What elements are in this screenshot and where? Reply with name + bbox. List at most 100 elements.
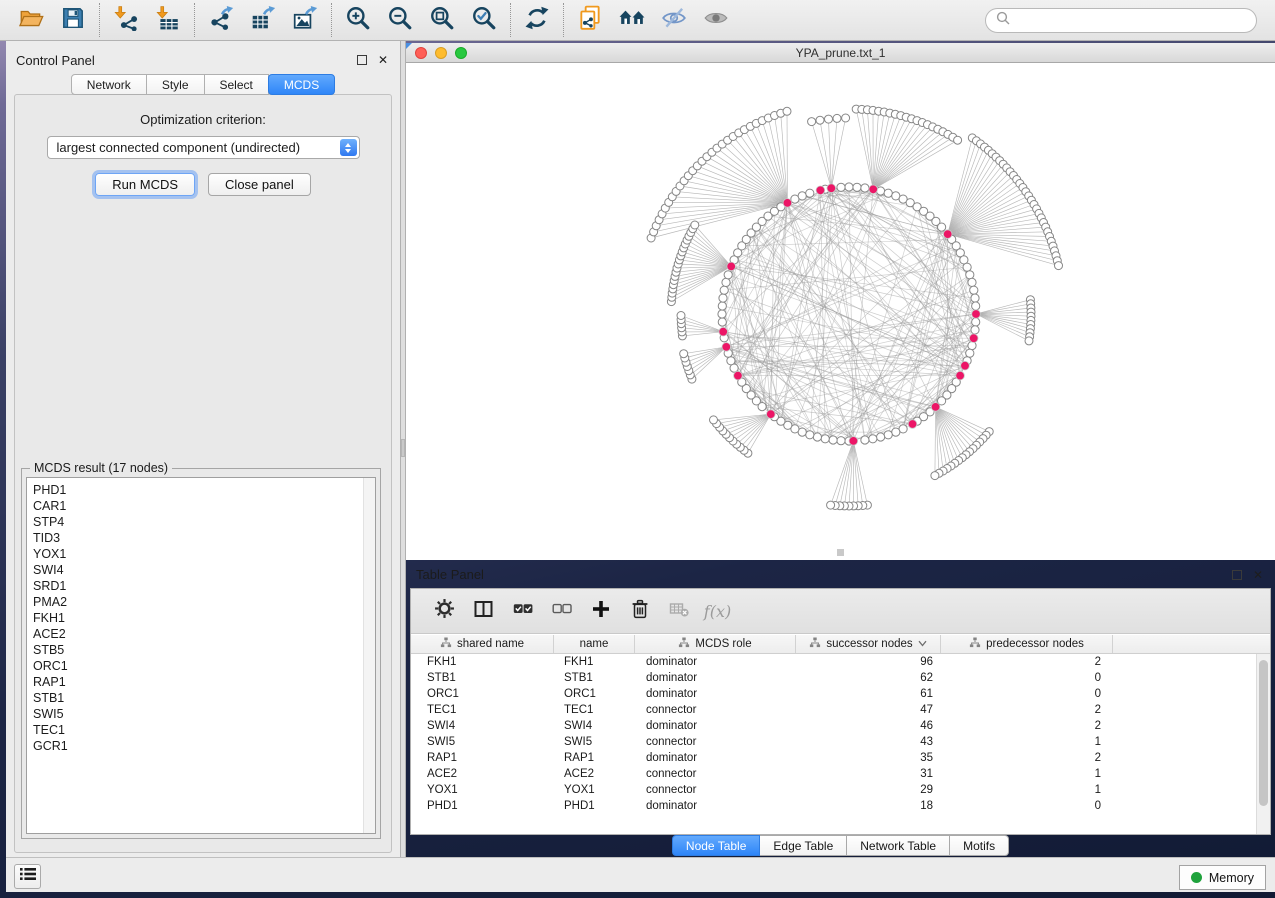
mcds-result-item[interactable]: SWI4	[33, 562, 359, 578]
table-scrollbar[interactable]	[1256, 654, 1270, 834]
tab-edge-table[interactable]: Edge Table	[760, 835, 847, 856]
close-table-panel-icon[interactable]: ✕	[1253, 570, 1263, 580]
column-header-successor-nodes[interactable]: successor nodes	[796, 635, 941, 653]
mcds-result-scrollbar[interactable]	[363, 478, 375, 833]
table-panel-body: f(x) shared namenameMCDS rolesuccessor n…	[410, 588, 1271, 835]
close-panel-button[interactable]: Close panel	[208, 173, 311, 196]
close-window-icon[interactable]	[415, 47, 427, 59]
tree-icon	[440, 637, 452, 651]
search-box[interactable]	[985, 8, 1257, 33]
mcds-result-item[interactable]: TEC1	[33, 722, 359, 738]
mcds-result-item[interactable]: CAR1	[33, 498, 359, 514]
mcds-result-item[interactable]: STP4	[33, 514, 359, 530]
import-table-button[interactable]	[147, 3, 189, 37]
add-button[interactable]	[581, 593, 620, 629]
table-row[interactable]: ORC1ORC1dominator610	[411, 686, 1256, 702]
tab-motifs[interactable]: Motifs	[950, 835, 1009, 856]
focus-corner-mark	[406, 43, 412, 49]
columns-button[interactable]	[464, 593, 503, 629]
mcds-result-item[interactable]: STB5	[33, 642, 359, 658]
tab-network[interactable]: Network	[71, 74, 147, 95]
import-network-button[interactable]	[105, 3, 147, 37]
search-icon	[996, 11, 1010, 30]
search-input[interactable]	[1017, 12, 1246, 28]
cell-name: YOX1	[554, 782, 635, 798]
memory-button[interactable]: Memory	[1179, 865, 1266, 890]
tab-select[interactable]: Select	[205, 74, 269, 95]
tab-node-table[interactable]: Node Table	[672, 835, 761, 856]
table-row[interactable]: PHD1PHD1dominator180	[411, 798, 1256, 814]
splitter-grip[interactable]	[401, 439, 405, 457]
open-session-button[interactable]	[10, 3, 52, 37]
first-neighbors-button[interactable]	[611, 3, 653, 37]
mcds-result-item[interactable]: PHD1	[33, 482, 359, 498]
close-panel-icon[interactable]: ✕	[378, 55, 388, 65]
deselect-all-button[interactable]	[542, 593, 581, 629]
optimization-criterion-select[interactable]: largest connected component (undirected)	[47, 136, 360, 159]
table-header-row: shared namenameMCDS rolesuccessor nodesp…	[411, 635, 1270, 654]
table-row[interactable]: SWI4SWI4dominator462	[411, 718, 1256, 734]
cell-successor-nodes: 62	[796, 670, 941, 686]
cell-MCDS-role: connector	[635, 734, 796, 750]
select-all-button[interactable]	[503, 593, 542, 629]
column-header-MCDS-role[interactable]: MCDS role	[635, 635, 796, 653]
float-panel-icon[interactable]	[357, 55, 367, 65]
zoom-fit-button[interactable]	[421, 3, 463, 37]
save-session-button[interactable]	[52, 3, 94, 37]
zoom-in-button[interactable]	[337, 3, 379, 37]
mcds-result-item[interactable]: YOX1	[33, 546, 359, 562]
network-canvas[interactable]	[406, 63, 1275, 560]
mcds-result-list[interactable]: PHD1CAR1STP4TID3YOX1SWI4SRD1PMA2FKH1ACE2…	[26, 477, 376, 834]
table-row[interactable]: YOX1YOX1connector291	[411, 782, 1256, 798]
table-row[interactable]: STB1STB1dominator620	[411, 670, 1256, 686]
minimize-window-icon[interactable]	[435, 47, 447, 59]
cell-predecessor-nodes: 0	[941, 670, 1113, 686]
mcds-result-item[interactable]: RAP1	[33, 674, 359, 690]
zoom-out-button[interactable]	[379, 3, 421, 37]
table-row[interactable]: ACE2ACE2connector311	[411, 766, 1256, 782]
run-mcds-button[interactable]: Run MCDS	[95, 173, 195, 196]
column-header-shared-name[interactable]: shared name	[411, 635, 554, 653]
delete-table-icon	[668, 599, 690, 624]
float-table-panel-icon[interactable]	[1232, 570, 1242, 580]
zoom-selected-icon	[471, 5, 497, 36]
mcds-result-item[interactable]: GCR1	[33, 738, 359, 754]
gear-button[interactable]	[425, 593, 464, 629]
mcds-result-item[interactable]: TID3	[33, 530, 359, 546]
select-all-icon	[512, 599, 534, 624]
canvas-scroll-dot[interactable]	[837, 549, 844, 556]
table-scrollbar-thumb[interactable]	[1259, 660, 1268, 806]
table-row[interactable]: FKH1FKH1dominator962	[411, 654, 1256, 670]
column-header-name[interactable]: name	[554, 635, 635, 653]
tab-mcds[interactable]: MCDS	[268, 74, 335, 95]
show-all-button[interactable]	[695, 3, 737, 37]
mcds-result-item[interactable]: ACE2	[33, 626, 359, 642]
export-network-button[interactable]	[200, 3, 242, 37]
import-table-icon	[155, 5, 181, 36]
clone-network-button[interactable]	[569, 3, 611, 37]
mcds-result-item[interactable]: FKH1	[33, 610, 359, 626]
maximize-window-icon[interactable]	[455, 47, 467, 59]
export-table-button[interactable]	[242, 3, 284, 37]
mcds-result-item[interactable]: ORC1	[33, 658, 359, 674]
hide-selected-button[interactable]	[653, 3, 695, 37]
tab-style[interactable]: Style	[147, 74, 205, 95]
table-row[interactable]: SWI5SWI5connector431	[411, 734, 1256, 750]
tab-network-table[interactable]: Network Table	[847, 835, 950, 856]
refresh-layout-button[interactable]	[516, 3, 558, 37]
zoom-selected-button[interactable]	[463, 3, 505, 37]
network-graph[interactable]	[406, 63, 1275, 560]
table-row[interactable]: TEC1TEC1connector472	[411, 702, 1256, 718]
trash-button[interactable]	[620, 593, 659, 629]
cell-predecessor-nodes: 1	[941, 766, 1113, 782]
memory-status-icon	[1191, 872, 1202, 883]
cell-MCDS-role: connector	[635, 702, 796, 718]
mcds-result-item[interactable]: SWI5	[33, 706, 359, 722]
column-header-predecessor-nodes[interactable]: predecessor nodes	[941, 635, 1113, 653]
mcds-result-item[interactable]: PMA2	[33, 594, 359, 610]
export-image-button[interactable]	[284, 3, 326, 37]
table-row[interactable]: RAP1RAP1dominator352	[411, 750, 1256, 766]
show-panels-button[interactable]	[14, 864, 41, 889]
mcds-result-item[interactable]: STB1	[33, 690, 359, 706]
mcds-result-item[interactable]: SRD1	[33, 578, 359, 594]
